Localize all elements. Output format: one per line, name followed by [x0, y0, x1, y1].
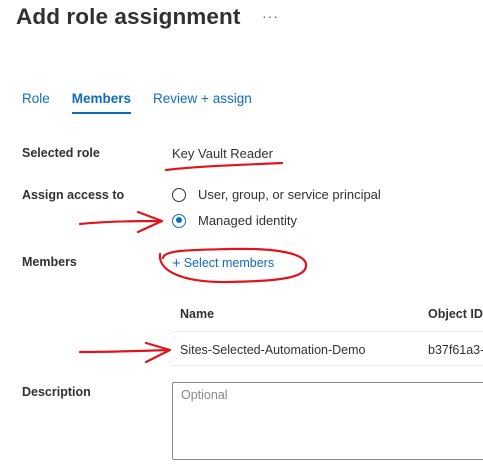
radio-label: User, group, or service principal — [198, 187, 381, 202]
description-label: Description — [22, 385, 91, 399]
tab-review-assign[interactable]: Review + assign — [153, 91, 252, 114]
member-object-id-cell: b37f61a3- — [428, 343, 483, 357]
tab-members[interactable]: Members — [71, 91, 132, 114]
selected-role-value: Key Vault Reader — [172, 146, 273, 161]
select-members-text: Select members — [183, 256, 275, 270]
column-header-object-id: Object ID — [428, 307, 483, 321]
selected-role-label: Selected role — [22, 146, 100, 160]
page-title: Add role assignment — [16, 4, 241, 29]
members-table: Name Object ID Sites-Selected-Automation… — [172, 298, 483, 366]
description-textarea[interactable] — [172, 382, 483, 460]
table-header-row: Name Object ID — [172, 298, 483, 332]
role-underline-annotation — [164, 161, 284, 172]
arrow-managed-identity-annotation — [78, 210, 164, 234]
radio-managed-identity[interactable]: Managed identity — [172, 213, 297, 228]
member-name-cell: Sites-Selected-Automation-Demo — [180, 343, 366, 357]
radio-label: Managed identity — [198, 213, 298, 228]
plus-icon: + — [172, 255, 181, 272]
tab-bar: Role Members Review + assign — [22, 91, 274, 114]
table-row[interactable]: Sites-Selected-Automation-Demo b37f61a3- — [172, 332, 483, 366]
radio-button-checked[interactable] — [172, 213, 186, 228]
more-options-icon[interactable]: ··· — [262, 8, 279, 24]
arrow-member-row-annotation — [78, 341, 172, 364]
column-header-name: Name — [180, 307, 215, 321]
select-members-link[interactable]: + Select members — [172, 254, 275, 272]
members-label: Members — [22, 255, 77, 269]
assign-access-label: Assign access to — [22, 188, 125, 202]
role-assignment-page: Add role assignment ··· Role Members Rev… — [0, 0, 483, 473]
tab-role[interactable]: Role — [22, 91, 50, 114]
radio-user-group-sp[interactable]: User, group, or service principal — [172, 187, 381, 202]
radio-button[interactable] — [172, 187, 186, 202]
